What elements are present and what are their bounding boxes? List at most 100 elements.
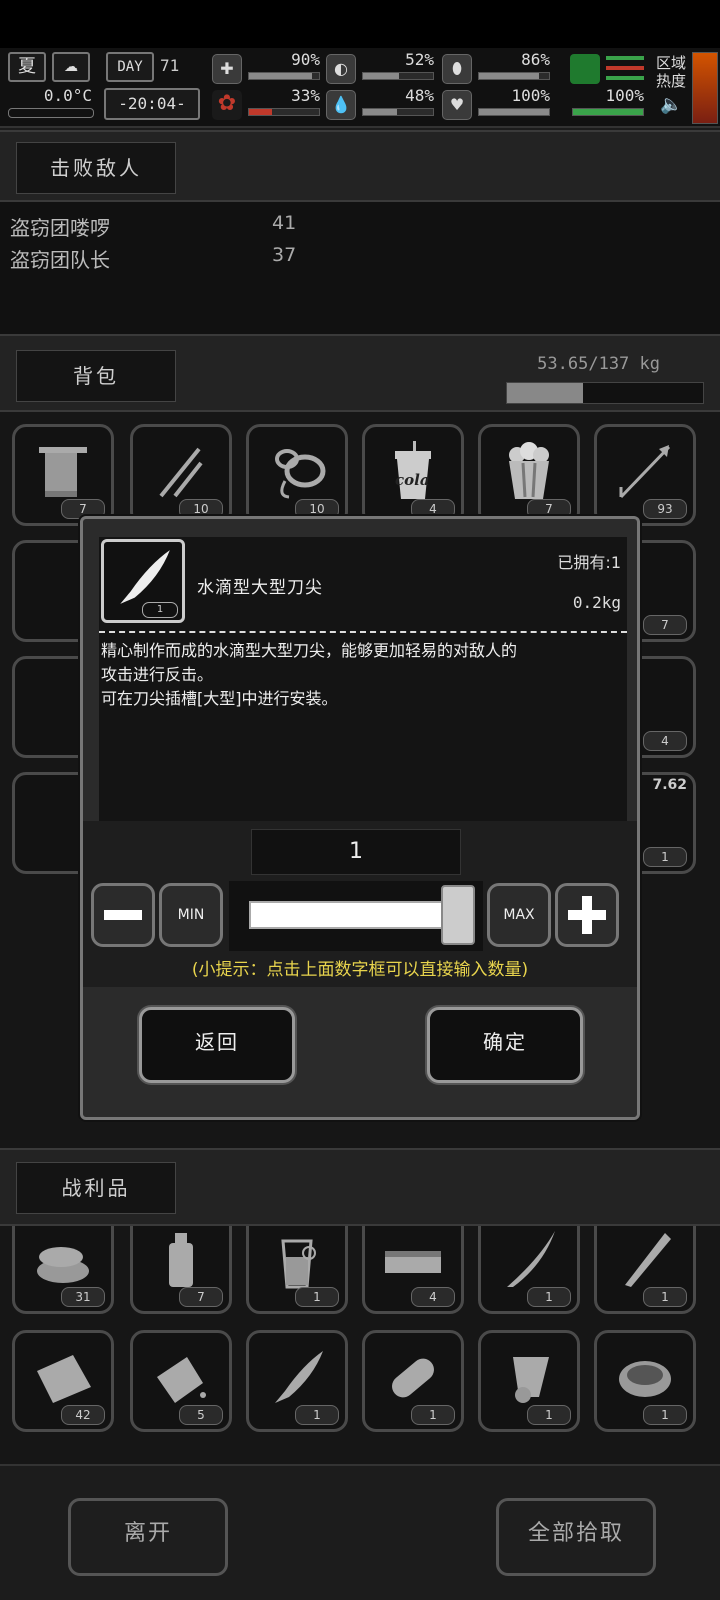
bottle-icon xyxy=(169,1233,193,1287)
item-name: 水滴型大型刀尖 xyxy=(197,578,323,598)
min-button[interactable]: MIN xyxy=(159,883,223,947)
stamina-bar xyxy=(478,72,550,80)
mood-value: 100% xyxy=(511,86,550,105)
max-button[interactable]: MAX xyxy=(487,883,551,947)
item-badge: 1 xyxy=(142,602,178,618)
take-all-button[interactable]: 全部拾取 xyxy=(496,1498,656,1576)
quantity-input[interactable]: 1 xyxy=(251,829,461,875)
description-line: 攻击进行反击。 xyxy=(101,665,214,684)
decrease-button[interactable] xyxy=(91,883,155,947)
loot-grid: 31 7 1 4 1 1 42 5 1 1 1 1 xyxy=(0,1226,720,1464)
increase-button[interactable] xyxy=(555,883,619,947)
speaker-icon[interactable]: 🔈 xyxy=(660,94,682,115)
paper-roll-icon xyxy=(513,1357,549,1403)
day-number: 71 xyxy=(160,56,180,75)
curved-blade-icon xyxy=(507,1231,555,1287)
item-count: 1 xyxy=(295,1405,339,1425)
enemy-count: 41 xyxy=(272,212,297,234)
bowl-icon xyxy=(619,1361,671,1397)
minus-icon xyxy=(104,910,142,920)
cola-label: cola xyxy=(395,471,430,489)
quantity-panel: 1 MIN MAX (小提示：点击上面数字框可以直接输入数量) xyxy=(83,821,637,987)
popcorn-icon xyxy=(509,442,549,499)
blood-bar xyxy=(248,108,320,116)
item-thumbnail: 1 xyxy=(101,539,185,623)
backpack-slot-popcorn[interactable]: 7 xyxy=(478,424,580,526)
item-count: 1 xyxy=(643,1405,687,1425)
armor-stripe-3 xyxy=(606,76,644,80)
bread-icon xyxy=(392,1358,434,1398)
leave-button[interactable]: 离开 xyxy=(68,1498,228,1576)
item-count: 7 xyxy=(179,1287,223,1307)
item-count: 1 xyxy=(643,1287,687,1307)
item-weight: 0.2kg xyxy=(572,593,621,612)
weight-bar xyxy=(506,382,704,404)
hint-text: (小提示：点击上面数字框可以直接输入数量) xyxy=(191,960,529,980)
backpack-header: 背包 53.65/137 kg xyxy=(0,334,720,412)
item-count: 93 xyxy=(643,499,687,519)
temperature-text: 0.0°C xyxy=(43,86,92,105)
owned-count: 已拥有:1 xyxy=(557,553,621,572)
item-count: 7 xyxy=(643,615,687,635)
backpack-slot-cola[interactable]: cola 4 xyxy=(362,424,464,526)
item-description: 精心制作而成的水滴型大型刀尖，能够更加轻易的对敌人的 攻击进行反击。 可在刀尖插… xyxy=(99,631,627,821)
item-count: 4 xyxy=(643,731,687,751)
loot-slot[interactable]: 1 xyxy=(594,1226,696,1314)
confirm-button[interactable]: 确定 xyxy=(427,1007,583,1083)
tab-loot[interactable]: 战利品 xyxy=(16,1162,176,1214)
plus-icon-vertical xyxy=(582,896,592,934)
item-count: 1 xyxy=(527,1287,571,1307)
item-info-card: 1 水滴型大型刀尖 已拥有:1 0.2kg xyxy=(99,537,627,631)
tab-defeated-enemies[interactable]: 击败敌人 xyxy=(16,142,176,194)
enemy-name: 盗窃团喽啰 xyxy=(10,216,110,240)
stamina-value: 86% xyxy=(521,50,550,69)
clock-display: -20:04- xyxy=(104,88,200,120)
item-count: 1 xyxy=(411,1405,455,1425)
description-line: 精心制作而成的水滴型大型刀尖，能够更加轻易的对敌人的 xyxy=(101,641,518,660)
scrap-icon xyxy=(157,1357,206,1403)
loot-slot[interactable]: 1 xyxy=(246,1330,348,1432)
backpack-slot-towel[interactable]: 7 xyxy=(12,424,114,526)
enemy-name: 盗窃团队长 xyxy=(10,248,110,272)
slider-thumb[interactable] xyxy=(441,885,475,945)
tab-backpack[interactable]: 背包 xyxy=(16,350,176,402)
health-bar xyxy=(248,72,320,80)
backpack-slot-pliers[interactable]: 10 xyxy=(130,424,232,526)
loot-slot[interactable]: 31 xyxy=(12,1226,114,1314)
juice-cup-icon xyxy=(281,1239,316,1289)
blood-value: 33% xyxy=(291,86,320,105)
back-button[interactable]: 返回 xyxy=(139,1007,295,1083)
cloth-pile-icon xyxy=(37,1247,89,1283)
heart-icon: ♥ xyxy=(442,90,472,120)
blade-tip-icon xyxy=(275,1351,323,1403)
stomach-bar xyxy=(362,72,434,80)
footer-bar: 离开 全部拾取 xyxy=(0,1464,720,1600)
item-quantity-dialog: 1 水滴型大型刀尖 已拥有:1 0.2kg 精心制作而成的水滴型大型刀尖，能够更… xyxy=(80,516,640,1120)
loot-slot[interactable]: 42 xyxy=(12,1330,114,1432)
loot-slot[interactable]: 5 xyxy=(130,1330,232,1432)
loot-slot[interactable]: 1 xyxy=(246,1226,348,1314)
backpack-slot-arrow[interactable]: 93 xyxy=(594,424,696,526)
description-text: 精心制作而成的水滴型大型刀尖，能够更加轻易的对敌人的 攻击进行反击。 可在刀尖插… xyxy=(101,639,625,711)
loot-slot[interactable]: 7 xyxy=(130,1226,232,1314)
loot-slot[interactable]: 1 xyxy=(594,1330,696,1432)
item-count: 1 xyxy=(527,1405,571,1425)
thermometer-icon xyxy=(8,108,94,118)
water-drop-icon: 💧 xyxy=(326,90,356,120)
box-icon xyxy=(385,1251,441,1273)
mood-bar xyxy=(478,108,550,116)
status-bar xyxy=(0,0,720,48)
backpack-slot-rope[interactable]: 10 xyxy=(246,424,348,526)
armor-bar xyxy=(572,108,644,116)
day-label: DAY xyxy=(106,52,154,82)
loot-slot[interactable]: 1 xyxy=(362,1330,464,1432)
loot-slot[interactable]: 1 xyxy=(478,1330,580,1432)
loot-slot[interactable]: 1 xyxy=(478,1226,580,1314)
item-count: 1 xyxy=(295,1287,339,1307)
machete-icon xyxy=(625,1233,671,1287)
item-count: 1 xyxy=(643,847,687,867)
season-badge: 夏 xyxy=(8,52,46,82)
quantity-slider[interactable] xyxy=(229,881,483,951)
loot-slot[interactable]: 4 xyxy=(362,1226,464,1314)
loot-header: 战利品 xyxy=(0,1148,720,1226)
